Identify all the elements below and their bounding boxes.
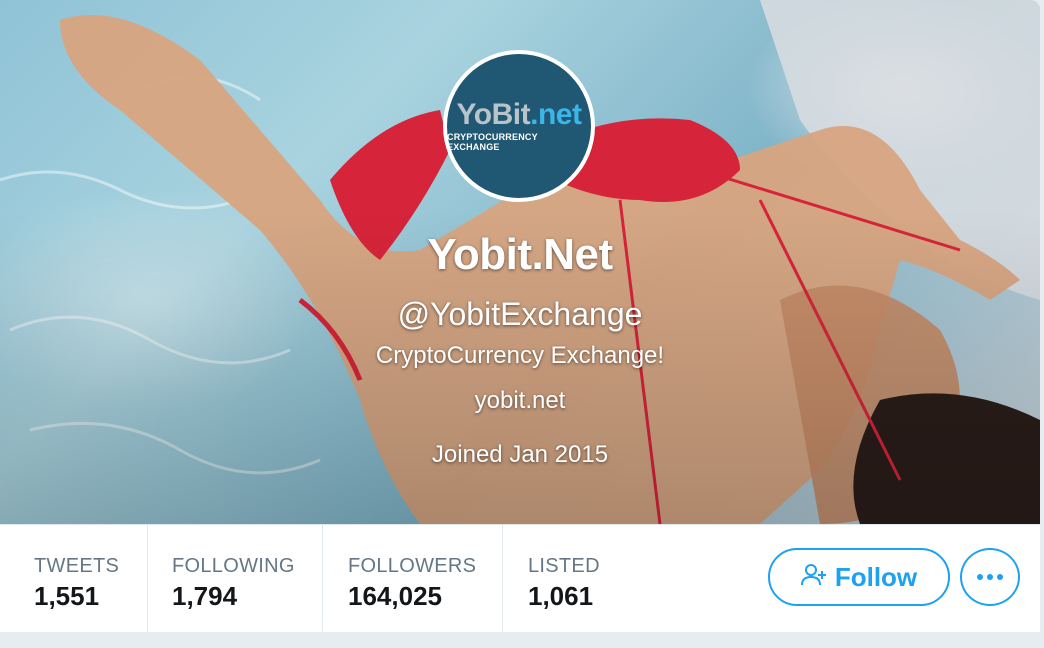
- more-dots-icon: [975, 574, 1005, 580]
- stat-followers[interactable]: FOLLOWERS 164,025: [322, 525, 502, 632]
- profile-bio: CryptoCurrency Exchange!: [375, 342, 665, 369]
- profile-url-link[interactable]: yobit.net: [0, 387, 1040, 415]
- follow-button-label: Follow: [834, 561, 918, 592]
- add-user-icon: [800, 563, 827, 592]
- stat-listed[interactable]: LISTED 1,061: [502, 525, 702, 632]
- stat-value: 1,061: [528, 581, 594, 611]
- stat-label: LISTED: [528, 555, 600, 577]
- avatar-logo-wordmark: YoBit.net: [457, 100, 582, 130]
- more-options-button[interactable]: [960, 548, 1020, 606]
- profile-avatar[interactable]: YoBit.net CRYPTOCURRENCY EXCHANGE: [443, 50, 595, 202]
- avatar-logo-tld: .net: [530, 98, 582, 131]
- stat-following[interactable]: FOLLOWING 1,794: [147, 525, 322, 632]
- stat-label: TWEETS: [34, 555, 120, 577]
- profile-card: YoBit.net CRYPTOCURRENCY EXCHANGE Yobit.…: [0, 0, 1040, 632]
- follow-button[interactable]: Follow: [768, 548, 950, 606]
- stat-label: FOLLOWERS: [348, 555, 477, 577]
- stat-value: 164,025: [348, 581, 442, 611]
- profile-name[interactable]: Yobit.Net: [0, 230, 1040, 280]
- profile-join-date: Joined Jan 2015: [431, 441, 609, 468]
- stat-tweets[interactable]: TWEETS 1,551: [0, 525, 147, 632]
- avatar-logo: YoBit.net CRYPTOCURRENCY EXCHANGE: [447, 54, 591, 198]
- avatar-logo-tagline: CRYPTOCURRENCY EXCHANGE: [447, 132, 538, 152]
- avatar-logo-brand: YoBit: [456, 98, 531, 131]
- profile-handle[interactable]: @YobitExchange: [0, 296, 1040, 333]
- stat-value: 1,551: [34, 581, 100, 611]
- stat-label: FOLLOWING: [172, 555, 295, 577]
- stat-value: 1,794: [172, 581, 238, 611]
